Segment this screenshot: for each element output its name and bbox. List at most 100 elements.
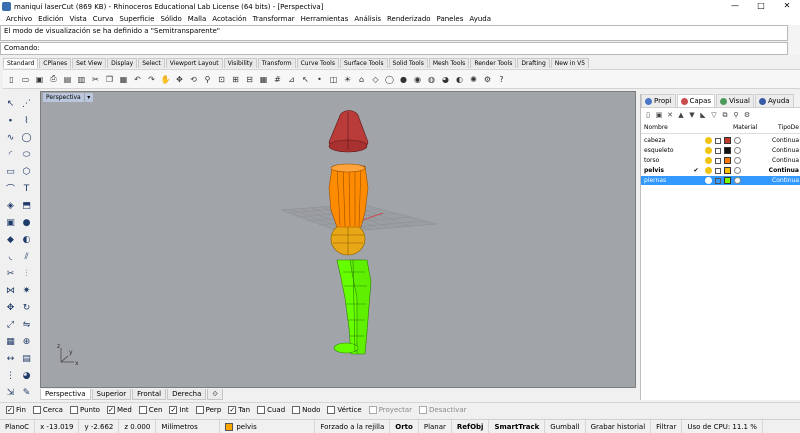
add-viewport-tab-icon[interactable]: ⟐ bbox=[207, 389, 223, 400]
layer-linetype[interactable]: Continua bbox=[772, 147, 800, 154]
extrude-icon[interactable]: ⬒ bbox=[19, 198, 34, 213]
layers-icon[interactable]: ◫ bbox=[327, 73, 340, 86]
layer-tool-icon[interactable]: ▣ bbox=[654, 110, 664, 120]
circle-icon[interactable]: ◯ bbox=[19, 130, 34, 145]
panel-tab[interactable]: Visual bbox=[716, 94, 754, 107]
layer-visible-icon[interactable] bbox=[705, 137, 712, 144]
point-icon[interactable]: • bbox=[313, 73, 326, 86]
menu-item[interactable]: Malla bbox=[185, 15, 210, 23]
menu-item[interactable]: Acotación bbox=[209, 15, 249, 23]
osnap-checkbox[interactable]: ✓ bbox=[169, 406, 178, 414]
layer-linetype[interactable]: Continua bbox=[772, 157, 800, 164]
array-icon[interactable]: ▦ bbox=[3, 334, 18, 349]
col-material[interactable]: Material bbox=[733, 124, 757, 131]
status-toggle-button[interactable]: Filtrar bbox=[651, 419, 683, 433]
freeform-icon[interactable]: ⌒ bbox=[3, 181, 18, 196]
redo-icon[interactable]: ↷ bbox=[145, 73, 158, 86]
toolbar-tab[interactable]: Render Tools bbox=[470, 58, 517, 68]
toolbar-tab[interactable]: Solid Tools bbox=[388, 58, 428, 68]
layer-row[interactable]: piernas Continua bbox=[641, 176, 800, 185]
layer-linetype[interactable]: Continua bbox=[772, 137, 800, 144]
layer-tool-icon[interactable]: ◣ bbox=[698, 110, 708, 120]
status-toggle-button[interactable]: Forzado a la rejilla bbox=[315, 419, 391, 433]
properties-icon[interactable]: ▥ bbox=[75, 73, 88, 86]
osnap-checkbox[interactable] bbox=[368, 406, 377, 414]
rectangle-icon[interactable]: ▭ bbox=[3, 164, 18, 179]
layer-visible-icon[interactable] bbox=[705, 177, 712, 184]
text-icon[interactable]: T bbox=[19, 181, 34, 196]
col-name[interactable]: Nombre bbox=[641, 124, 691, 131]
col-type[interactable]: TipoDe bbox=[778, 124, 800, 131]
perspective-viewport[interactable]: Perspectiva ▾ z y x bbox=[40, 91, 636, 388]
dimension-icon[interactable]: ↔ bbox=[3, 351, 18, 366]
drafting-icon[interactable]: ✎ bbox=[19, 385, 34, 400]
command-scrollbar[interactable] bbox=[789, 25, 800, 55]
pan-icon[interactable]: ✥ bbox=[173, 73, 186, 86]
viewport-tab[interactable]: Superior bbox=[91, 389, 132, 400]
layer-material-icon[interactable] bbox=[734, 157, 741, 164]
status-toggle-button[interactable]: Planar bbox=[419, 419, 452, 433]
import-icon[interactable]: ▤ bbox=[61, 73, 74, 86]
wireframe-icon[interactable]: ◯ bbox=[383, 73, 396, 86]
menu-item[interactable]: Análisis bbox=[351, 15, 384, 23]
light-icon[interactable]: ☀ bbox=[341, 73, 354, 86]
box-icon[interactable]: ▣ bbox=[3, 215, 18, 230]
viewport-tab[interactable]: Derecha bbox=[167, 389, 207, 400]
toolbar-tab[interactable]: New in V5 bbox=[550, 58, 590, 68]
menu-item[interactable]: Paneles bbox=[434, 15, 467, 23]
layer-row[interactable]: esqueleto Continua bbox=[641, 146, 800, 155]
layer-tool-icon[interactable]: ✕ bbox=[665, 110, 675, 120]
toolbar-tab[interactable]: Curve Tools bbox=[296, 58, 339, 68]
panel-tab[interactable]: Propi bbox=[641, 94, 676, 107]
layer-color-swatch[interactable] bbox=[724, 147, 731, 154]
menu-item[interactable]: Edición bbox=[35, 15, 66, 23]
toolbar-tab[interactable]: Select bbox=[138, 58, 165, 68]
layer-lock-icon[interactable] bbox=[715, 157, 721, 164]
layer-linetype[interactable]: Continua bbox=[772, 177, 800, 184]
panel-tab[interactable]: Ayuda bbox=[754, 94, 794, 107]
menu-item[interactable]: Herramientas bbox=[298, 15, 352, 23]
layer-lock-icon[interactable] bbox=[715, 167, 721, 174]
osnap-checkbox[interactable] bbox=[195, 406, 204, 414]
status-toggle-button[interactable]: Grabar historial bbox=[586, 419, 652, 433]
status-toggle-button[interactable]: Gumball bbox=[545, 419, 586, 433]
menu-item[interactable]: Superficie bbox=[116, 15, 157, 23]
help-icon[interactable]: ? bbox=[495, 73, 508, 86]
layer-color-swatch[interactable] bbox=[724, 167, 731, 174]
object-props-icon[interactable]: ◇ bbox=[369, 73, 382, 86]
status-toggle-button[interactable]: Uso de CPU: 11.1 % bbox=[682, 419, 763, 433]
layer-tool-icon[interactable]: ⚙ bbox=[742, 110, 752, 120]
grid-icon[interactable]: # bbox=[271, 73, 284, 86]
menu-item[interactable]: Vista bbox=[67, 15, 90, 23]
print-icon[interactable]: ⎙ bbox=[47, 73, 60, 86]
trim-icon[interactable]: ✂ bbox=[3, 266, 18, 281]
surface-icon[interactable]: ◈ bbox=[3, 198, 18, 213]
toolbar-tab[interactable]: Drafting bbox=[517, 58, 550, 68]
open-file-icon[interactable]: ▭ bbox=[19, 73, 32, 86]
toolbar-tab[interactable]: Visibility bbox=[223, 58, 257, 68]
osnap-checkbox[interactable]: ✓ bbox=[6, 406, 14, 414]
osnap-checkbox[interactable] bbox=[419, 406, 428, 414]
polyline-icon[interactable]: ⌇ bbox=[19, 113, 34, 128]
layer-tool-icon[interactable]: ▽ bbox=[709, 110, 719, 120]
cut-icon[interactable]: ✂ bbox=[89, 73, 102, 86]
viewport-tab[interactable]: Frontal bbox=[132, 389, 167, 400]
render-preview-icon[interactable]: ◕ bbox=[19, 368, 34, 383]
offset-icon[interactable]: ⫽ bbox=[19, 249, 34, 264]
layer-lock-icon[interactable] bbox=[715, 137, 721, 144]
osnap-checkbox[interactable] bbox=[257, 406, 266, 414]
menu-item[interactable]: Renderizado bbox=[384, 15, 434, 23]
cplane-icon[interactable]: ⊿ bbox=[285, 73, 298, 86]
osnap-checkbox[interactable] bbox=[69, 406, 78, 414]
copy-icon[interactable]: ❐ bbox=[103, 73, 116, 86]
osnap-checkbox[interactable]: ✓ bbox=[228, 406, 237, 414]
sun-icon[interactable]: ✺ bbox=[467, 73, 480, 86]
toolbar-tab[interactable]: Viewport Layout bbox=[165, 58, 223, 68]
status-cplane[interactable]: PlanoC bbox=[0, 419, 36, 433]
layer-material-icon[interactable] bbox=[734, 137, 741, 144]
layer-row[interactable]: pelvis ✔ Continua bbox=[641, 166, 800, 175]
render-icon[interactable]: ◕ bbox=[439, 73, 452, 86]
move-icon[interactable]: ✥ bbox=[3, 300, 18, 315]
layer-tool-icon[interactable]: ▯ bbox=[643, 110, 653, 120]
menu-item[interactable]: Archivo bbox=[3, 15, 35, 23]
